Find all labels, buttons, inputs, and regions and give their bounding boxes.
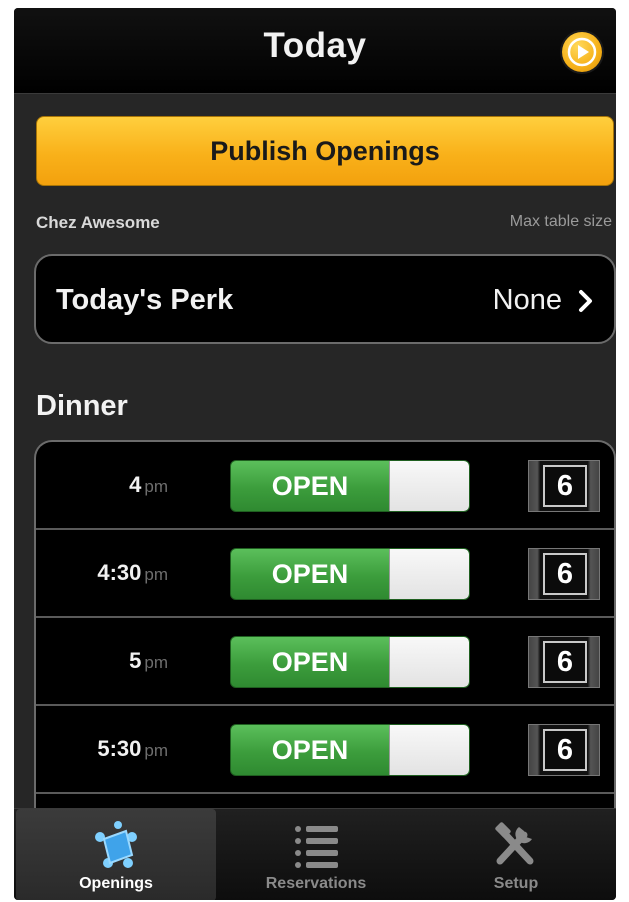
toggle-knob[interactable] — [389, 725, 469, 775]
openings-icon — [86, 817, 146, 878]
page-title: Today — [263, 26, 367, 65]
table-size-picker[interactable]: 6 — [528, 724, 600, 776]
publish-openings-button[interactable]: Publish Openings — [36, 116, 614, 186]
time-slot-row: 4 pm OPEN 6 — [36, 442, 614, 530]
slot-ampm: pm — [144, 565, 168, 584]
app-screen: Today Publish Openings Chez Awesome Max … — [14, 8, 616, 900]
table-size-value: 6 — [543, 465, 587, 507]
slot-time: 5 pm — [129, 648, 168, 673]
max-table-size-label: Max table size — [509, 213, 612, 230]
slot-time: 5:30 pm — [97, 736, 168, 761]
table-size-value: 6 — [543, 641, 587, 683]
tab-label: Setup — [493, 875, 539, 892]
tab-label: Openings — [79, 875, 153, 892]
open-toggle[interactable]: OPEN — [230, 548, 470, 600]
toggle-label: OPEN — [271, 559, 349, 589]
slot-ampm: pm — [144, 741, 168, 760]
toggle-label: OPEN — [271, 735, 349, 765]
slot-ampm: pm — [144, 477, 168, 496]
time-slot-row: 4:30 pm OPEN 6 — [36, 530, 614, 618]
time-slot-list: 4 pm OPEN 6 4:30 pm OPEN 6 5 pm OPEN 6 5… — [34, 440, 616, 810]
toggle-knob[interactable] — [389, 549, 469, 599]
play-circle-icon[interactable] — [562, 32, 602, 72]
time-slot-row: 5 pm OPEN 6 — [36, 618, 614, 706]
slot-time: 4:30 pm — [97, 560, 168, 585]
table-size-value: 6 — [543, 553, 587, 595]
list-icon — [286, 817, 346, 878]
tab-label: Reservations — [265, 875, 367, 892]
perk-value: None — [492, 284, 562, 316]
todays-perk-row[interactable]: Today's Perk None — [34, 254, 616, 344]
open-toggle[interactable]: OPEN — [230, 636, 470, 688]
toggle-knob[interactable] — [389, 637, 469, 687]
toggle-knob[interactable] — [389, 461, 469, 511]
toggle-label: OPEN — [271, 647, 349, 677]
table-size-picker[interactable]: 6 — [528, 636, 600, 688]
open-toggle[interactable]: OPEN — [230, 460, 470, 512]
table-size-picker[interactable]: 6 — [528, 548, 600, 600]
open-toggle[interactable]: OPEN — [230, 724, 470, 776]
dinner-section-heading: Dinner — [36, 390, 128, 422]
tab-bar: Openings Reservations Setup — [14, 808, 616, 900]
restaurant-name: Chez Awesome — [36, 213, 160, 232]
perk-label: Today's Perk — [56, 284, 234, 316]
chevron-right-icon — [578, 289, 594, 318]
table-size-picker[interactable]: 6 — [528, 460, 600, 512]
time-slot-row: 5:30 pm OPEN 6 — [36, 706, 614, 794]
slot-ampm: pm — [144, 653, 168, 672]
tab-reservations[interactable]: Reservations — [216, 809, 416, 900]
nav-bar: Today — [14, 8, 616, 94]
tab-setup[interactable]: Setup — [416, 809, 616, 900]
tab-openings[interactable]: Openings — [16, 809, 216, 900]
tools-icon — [486, 817, 546, 878]
slot-time: 4 pm — [129, 472, 168, 497]
table-size-value: 6 — [543, 729, 587, 771]
toggle-label: OPEN — [271, 471, 349, 501]
